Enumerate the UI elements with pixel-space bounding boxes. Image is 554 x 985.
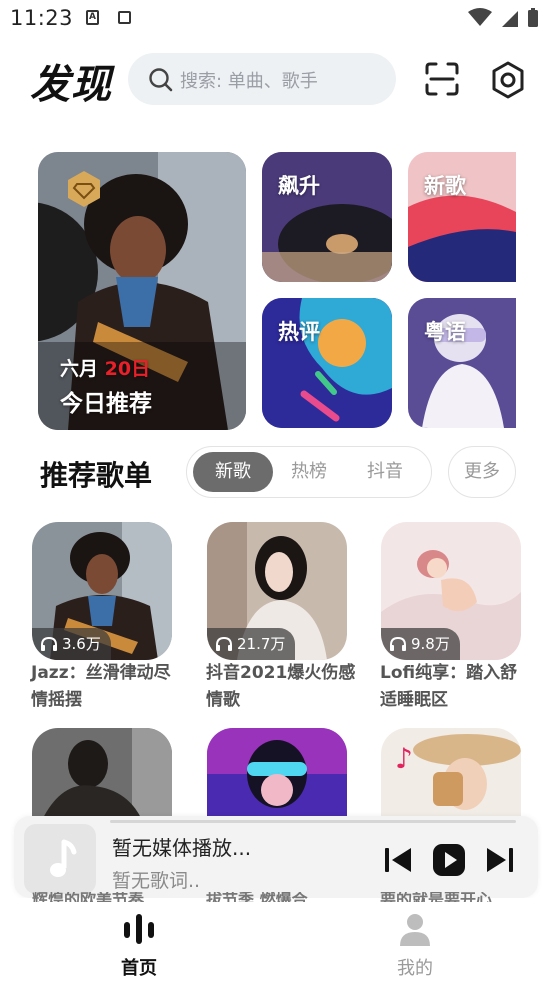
- playlist-title-partial: 拔节季 燃爆合: [206, 892, 308, 902]
- next-button[interactable]: [484, 844, 516, 880]
- more-button[interactable]: 更多: [448, 446, 516, 498]
- scan-icon: [425, 62, 459, 96]
- cantonese-tile[interactable]: 粤语: [408, 298, 516, 428]
- bottom-nav: 辉煌的欧美节奏 拔节季 燃爆合 要的就是要开心 首页 我的: [0, 892, 554, 985]
- headphones-icon: [216, 636, 232, 651]
- surge-label: 飙升: [278, 174, 320, 198]
- svg-text:♪: ♪: [395, 742, 413, 775]
- tab-new[interactable]: 新歌: [193, 452, 273, 492]
- headphones-icon: [41, 636, 57, 651]
- settings-button[interactable]: [489, 61, 527, 99]
- battery-icon: [528, 8, 538, 27]
- status-time: 11:23: [10, 6, 74, 30]
- tab-douyin[interactable]: 抖音: [345, 452, 425, 492]
- signal-icon: [502, 11, 518, 27]
- nav-profile-label: 我的: [397, 958, 433, 979]
- playlist-cover: [207, 728, 347, 820]
- daily-label: 今日推荐: [60, 391, 152, 417]
- play-count: 21.7万: [237, 635, 286, 653]
- status-icons: [466, 7, 546, 33]
- playlist-tabs: 新歌 热榜 抖音: [186, 446, 432, 498]
- gear-icon: [492, 61, 524, 99]
- playlist-title: 抖音2021爆火伤感情歌: [206, 663, 356, 710]
- player-progress-bar[interactable]: [110, 820, 516, 823]
- play-count: 9.8万: [411, 635, 450, 653]
- skip-next-icon: [487, 848, 513, 872]
- playlist-cover: [32, 728, 172, 820]
- new-songs-tile[interactable]: 新歌: [408, 152, 516, 282]
- hot-comments-tile[interactable]: 热评: [262, 298, 392, 428]
- daily-day: 20日: [104, 358, 151, 380]
- daily-date: 六月 20日: [60, 354, 150, 381]
- nav-home[interactable]: 首页: [99, 912, 179, 980]
- notification-square-icon: [118, 11, 131, 24]
- nav-profile[interactable]: 我的: [375, 912, 455, 980]
- play-count-badge: 3.6万: [32, 628, 111, 660]
- playlist-title-partial: 要的就是要开心: [380, 892, 493, 902]
- hot-comments-label: 热评: [278, 320, 320, 344]
- nav-home-label: 首页: [121, 958, 157, 979]
- playlist-cover: 9.8万: [381, 522, 521, 660]
- play-count-badge: 9.8万: [381, 628, 460, 660]
- user-icon: [400, 914, 430, 946]
- play-count-badge: 21.7万: [207, 628, 296, 660]
- play-button[interactable]: [432, 843, 466, 881]
- player-title: 暂无媒体播放...: [112, 836, 252, 860]
- status-bar: 11:23 A: [0, 0, 554, 36]
- search-placeholder: 搜索: 单曲、歌手: [180, 71, 318, 92]
- previous-button[interactable]: [382, 844, 414, 880]
- playlists-section-title: 推荐歌单: [40, 459, 153, 492]
- scan-button[interactable]: [424, 61, 460, 97]
- header: 发现 搜索: 单曲、歌手: [0, 50, 554, 108]
- music-note-icon: [50, 839, 77, 877]
- waveform-icon: [124, 914, 154, 944]
- player-artwork: [24, 824, 96, 894]
- mini-player[interactable]: 暂无媒体播放... 暂无歌词..: [14, 816, 538, 898]
- headphones-icon: [390, 636, 406, 651]
- daily-month: 六月: [60, 358, 99, 380]
- page-title: 发现: [30, 62, 112, 108]
- notification-a-icon: A: [86, 10, 99, 25]
- playlist-title-partial: 辉煌的欧美节奏: [32, 892, 145, 902]
- new-songs-label: 新歌: [424, 174, 466, 198]
- daily-recommend-tile[interactable]: 六月 20日 今日推荐: [38, 152, 246, 430]
- play-count: 3.6万: [62, 635, 101, 653]
- playlist-title: Lofi纯享：踏入舒适睡眠区: [380, 663, 518, 710]
- vip-diamond-icon: [66, 170, 102, 212]
- wifi-icon: [468, 8, 492, 26]
- tab-hot[interactable]: 热榜: [269, 452, 349, 492]
- search-input[interactable]: 搜索: 单曲、歌手: [128, 53, 396, 105]
- playlist-cover: 3.6万: [32, 522, 172, 660]
- skip-previous-icon: [385, 848, 411, 872]
- playlist-cover: 21.7万: [207, 522, 347, 660]
- playlist-cover: ♪: [381, 728, 521, 820]
- search-icon: [148, 67, 174, 97]
- surge-chart-tile[interactable]: 飙升: [262, 152, 392, 282]
- play-icon: [433, 844, 465, 876]
- playlist-title: Jazz：丝滑律动尽情摇摆: [31, 663, 171, 710]
- player-lyrics: 暂无歌词..: [112, 870, 201, 892]
- cantonese-label: 粤语: [424, 320, 466, 344]
